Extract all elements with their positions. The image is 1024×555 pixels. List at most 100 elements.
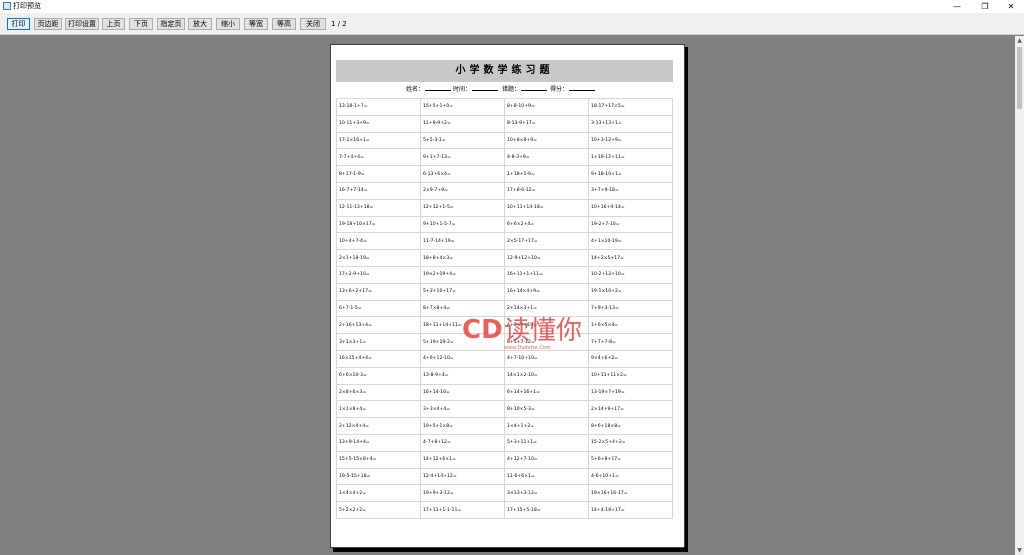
name-label: 姓名： — [406, 86, 425, 93]
problem-cell: 14×1×2-10= — [504, 366, 589, 385]
table-row: 13-18-1+7= 15+5+1+0= 8+8-10+9= 18-17+17×5= — [336, 98, 673, 116]
problem-cell: 16+14-10= — [420, 383, 505, 402]
table-row: 6+6×10-3= 13-8-9+4= 14×1×2-10= 10+11+11×2= — [336, 366, 673, 385]
scrollbar-thumb[interactable] — [1017, 47, 1022, 109]
problem-cell: 7+7+7-8= — [588, 333, 673, 351]
name-field: 姓名： — [406, 83, 452, 96]
problem-cell: 8+17-1-9= — [336, 165, 421, 183]
table-row: 2×1+18-19= 18+8+4×3= 12-9+12+10= 14+2×5+17= — [336, 249, 673, 267]
print-setup-button[interactable]: 打印设置 — [65, 18, 99, 30]
table-row: 12-11-13+18= 12+12+1-5= 10+11+14-18= 10+16+… — [336, 198, 673, 217]
problem-cell: 17+15+5-18= — [504, 501, 589, 519]
problem-cell: 4+9+12-10= — [420, 349, 505, 368]
problem-cell: 4+1×10-19= — [588, 232, 673, 251]
problem-cell: 19×2+19+4= — [420, 265, 505, 284]
problem-cell: 7-7+4+4= — [336, 148, 421, 167]
blank-line — [569, 83, 596, 91]
table-row: 5+2×2+2= 17+11+1-1-11= 17+15+5-18= 14+4-18+… — [336, 501, 673, 519]
window-title: 打印预览 — [13, 2, 41, 10]
app-icon — [3, 2, 11, 10]
close-window-button[interactable]: ✕ — [998, 0, 1024, 13]
problem-cell: 6+14+16+1= — [504, 383, 589, 402]
problem-cell: 5+2×2+2= — [336, 501, 421, 519]
problem-cell: 8-13-9+17= — [504, 114, 589, 133]
problem-cell: 2+16+13+4= — [336, 316, 421, 335]
errors-field: 错题： — [502, 83, 548, 96]
problem-cell: 1×1×8+4= — [336, 400, 421, 419]
problem-cell: 19×16+16-17= — [588, 484, 673, 503]
fit-width-button[interactable]: 等宽 — [244, 18, 268, 30]
table-row: 1×4×4+2= 19+9+3-12= 3×13+3-12= 19×16+16-17= — [336, 484, 673, 503]
window-title-bar: 打印预览 — ❐ ✕ — [0, 0, 1024, 13]
problem-cell: 12+12+1-5= — [420, 198, 505, 217]
table-row: 15+5-15×8+4= 14+12+6×1= 4+12+7-10= 5+6+8+17… — [336, 450, 673, 469]
problem-cell: 17+11+1-1-11= — [420, 501, 505, 519]
next-page-button[interactable]: 下页 — [129, 18, 153, 30]
problem-cell: 1×4×4+2= — [336, 484, 421, 503]
problem-cell: 4-8-3+9= — [504, 148, 589, 167]
vertical-scrollbar[interactable]: ▲ ▼ — [1015, 36, 1024, 555]
problem-cell: 8+6+18×8= — [588, 417, 673, 435]
goto-page-button[interactable]: 指定页 — [157, 18, 185, 30]
problem-cell: 6+6×2+4= — [504, 215, 589, 234]
problem-cell: 1×4+1+2= — [504, 417, 589, 435]
problem-cell: 9+10+1-5-7= — [420, 215, 505, 234]
close-preview-button[interactable]: 关闭 — [300, 18, 326, 30]
maximize-button[interactable]: ❐ — [972, 0, 998, 13]
problem-cell: 19-1×10+2= — [588, 282, 673, 301]
fit-height-button[interactable]: 等高 — [272, 18, 296, 30]
table-row: 13+9-14+4= 4-7+8+12= 5+3+11+1= 15-2×5+4+2= — [336, 433, 673, 452]
problem-cell: 18+8+4×3= — [420, 249, 505, 267]
errors-label: 错题： — [502, 86, 521, 93]
problem-cell: 1+16-12+11= — [588, 148, 673, 167]
scroll-down-arrow-icon[interactable]: ▼ — [1015, 546, 1024, 555]
problem-cell: 11-7-14+19= — [420, 232, 505, 251]
problem-cell: 8+10×5-3= — [504, 400, 589, 419]
problem-cell: 10-11+3+9= — [336, 114, 421, 133]
page-indicator: 1 / 2 — [331, 20, 347, 28]
problem-cell: 11+8-9+2= — [420, 114, 505, 133]
margins-button[interactable]: 页边距 — [34, 18, 62, 30]
problem-cell: 10+11+11×2= — [588, 366, 673, 385]
problem-cell: 19-5-15+18= — [336, 467, 421, 486]
problem-cell: 6+6×10-3= — [336, 366, 421, 385]
problem-cell: 13-18-1+7= — [336, 98, 421, 116]
table-row: 19-18+10×17= 9+10+1-5-7= 6+6×2+4= 19-2+7-10… — [336, 215, 673, 234]
problem-cell: 5+6+8+17= — [588, 450, 673, 469]
problem-cell: 3+7+9-18= — [588, 181, 673, 200]
problem-cell: 1+18+1-9= — [504, 165, 589, 183]
problem-cell: 14+4-18+17= — [588, 501, 673, 519]
prev-page-button[interactable]: 上页 — [102, 18, 125, 30]
minimize-button[interactable]: — — [944, 0, 970, 13]
problem-cell: 14+12+6×1= — [420, 450, 505, 469]
print-button[interactable]: 打印 — [7, 18, 30, 30]
problem-cell: 10+11+14-18= — [504, 198, 589, 217]
preview-page: 小学数学练习题 姓名： 时间： 错题： 得分： 13-18-1+7= 15+5+1… — [330, 44, 685, 548]
problem-cell: 11-6+6×1= — [504, 467, 589, 486]
problem-cell: 3-13+13+1= — [588, 114, 673, 133]
problem-cell: 2+12×4+4= — [336, 417, 421, 435]
sheet-title: 小学数学练习题 — [336, 60, 673, 82]
score-label: 得分： — [550, 86, 569, 93]
problem-cell: 2×14+9+17= — [588, 400, 673, 419]
problem-cell: 10+16+4-14= — [588, 198, 673, 217]
problem-cell: 12-4+14+12= — [420, 467, 505, 486]
problem-cell: 1+6×5×4= — [588, 316, 673, 335]
problem-cell: 19+9+3-12= — [420, 484, 505, 503]
problem-cell: 17-1×16+1= — [336, 131, 421, 150]
table-row: 13+6+2+17= 5+3+10+17= 16+14×4+9= 19-1×10+2= — [336, 282, 673, 301]
table-row: 10-11+3+9= 11+8-9+2= 8-13-9+17= 3-13+13+1= — [336, 114, 673, 133]
table-row: 19-5-15+18= 12-4+14+12= 11-6+6×1= 4-6+10+1= — [336, 467, 673, 486]
dudotte-watermark-logo: CD 读懂你 www.Dudotte.Com — [462, 315, 582, 351]
zoom-in-button[interactable]: 放大 — [188, 18, 212, 30]
blank-line — [472, 83, 499, 91]
problem-cell: 5+3+10+17= — [420, 282, 505, 301]
time-field: 时间： — [453, 83, 499, 96]
watermark-text: 读懂你 — [504, 316, 582, 346]
problem-cell: 2×8+6×3= — [336, 383, 421, 402]
problem-cell: 2×5-17+17= — [504, 232, 589, 251]
table-row: 1×1×8+4= 3+3×4+4= 8+10×5-3= 2×14+9+17= — [336, 400, 673, 419]
zoom-out-button[interactable]: 缩小 — [216, 18, 240, 30]
scroll-up-arrow-icon[interactable]: ▲ — [1015, 36, 1024, 45]
problem-cell: 16+14×4+9= — [504, 282, 589, 301]
